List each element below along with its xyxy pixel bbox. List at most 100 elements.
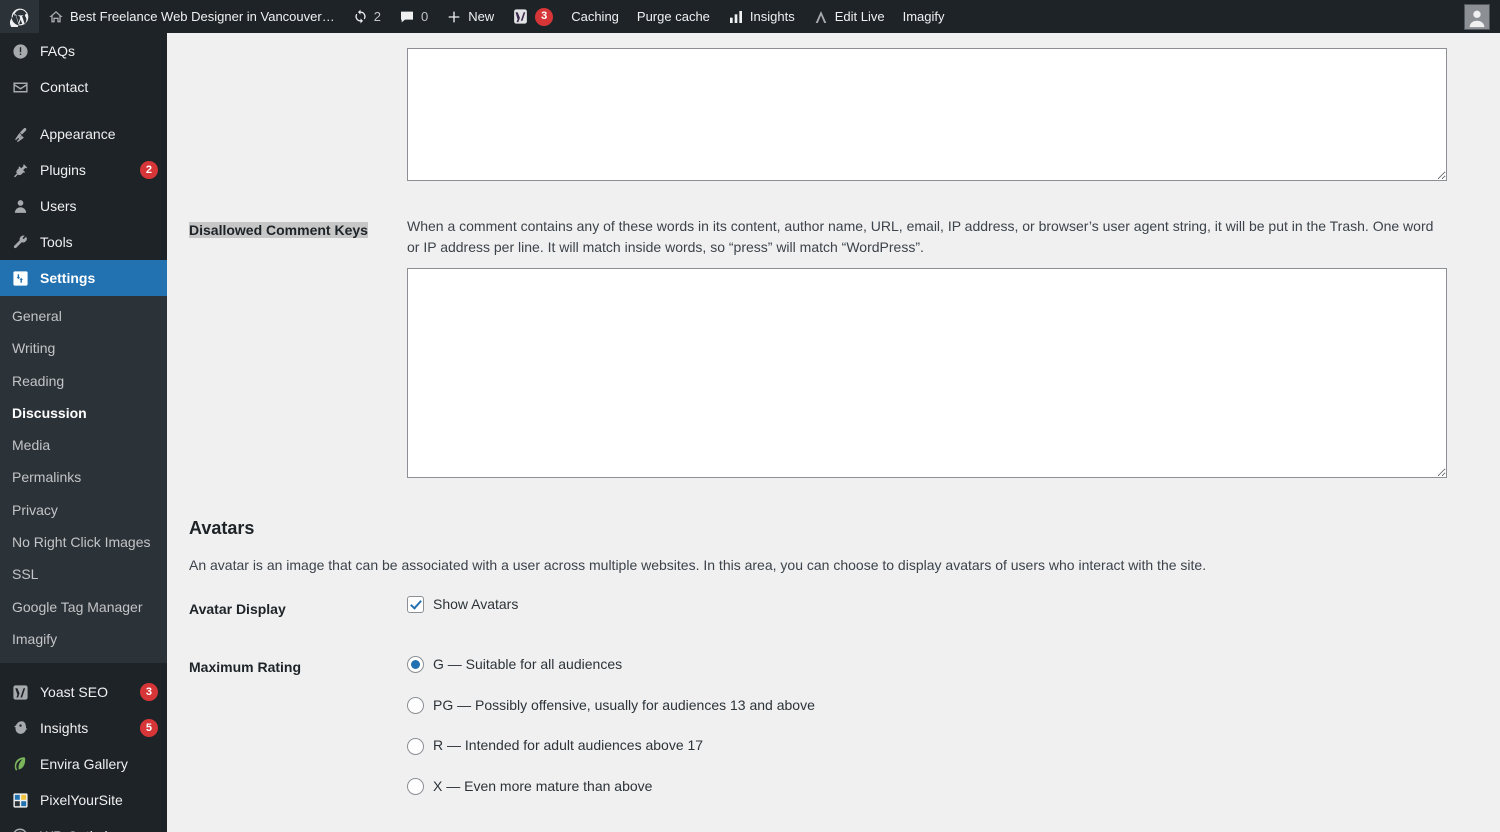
sidebar-item-faqs[interactable]: FAQs (0, 33, 167, 69)
submenu-item-general[interactable]: General (0, 300, 167, 332)
disallowed-comment-keys-textarea[interactable] (407, 268, 1447, 478)
envelope-icon (10, 77, 30, 97)
imagify-label: Imagify (902, 9, 945, 24)
rating-radio-g[interactable] (407, 656, 424, 674)
comment-moderation-textarea[interactable] (407, 48, 1447, 181)
plugins-update-count: 2 (139, 161, 158, 179)
avatar-display-row: Avatar Display Show Avatars (167, 580, 1500, 638)
admin-bar: Best Freelance Web Designer in Vancouver… (0, 0, 1500, 33)
pixel-grid-icon (10, 790, 30, 810)
rating-label-g[interactable]: G — Suitable for all audiences (433, 655, 622, 675)
sidebar-item-label: FAQs (40, 43, 76, 59)
sidebar-item-users[interactable]: Users (0, 188, 167, 224)
disallowed-comment-keys-label-text: Disallowed Comment Keys (189, 222, 368, 238)
new-content-button[interactable]: New (437, 0, 503, 33)
paintbrush-icon (10, 124, 30, 144)
submenu-item-ssl[interactable]: SSL (0, 558, 167, 590)
rating-radio-pg[interactable] (407, 697, 424, 715)
rating-label-x[interactable]: X — Even more mature than above (433, 777, 652, 797)
avatars-heading: Avatars (189, 518, 255, 538)
rating-option-x[interactable]: X — Even more mature than above (407, 777, 1490, 797)
discussion-settings-content: Disallowed Comment Keys When a comment c… (167, 33, 1500, 832)
disallowed-comment-keys-label: Disallowed Comment Keys (167, 201, 397, 498)
updates-button[interactable]: 2 (344, 0, 390, 33)
comments-count: 0 (420, 9, 429, 24)
user-icon (10, 196, 30, 216)
sidebar-item-insights[interactable]: Insights 5 (0, 710, 167, 746)
submenu-item-privacy[interactable]: Privacy (0, 494, 167, 526)
wrench-icon (10, 232, 30, 252)
comment-moderation-row (167, 33, 1500, 201)
submenu-item-no-right-click-images[interactable]: No Right Click Images (0, 526, 167, 558)
show-avatars-checkbox[interactable] (407, 596, 424, 614)
comments-button[interactable]: 0 (390, 0, 437, 33)
admin-sidebar-menu: FAQs Contact Appearance Plugins 2 Users … (0, 33, 167, 832)
rating-radio-r[interactable] (407, 737, 424, 755)
updates-count: 2 (373, 9, 381, 24)
show-avatars-label[interactable]: Show Avatars (433, 595, 518, 615)
rating-option-g[interactable]: G — Suitable for all audiences (407, 655, 1490, 675)
show-avatars-option[interactable]: Show Avatars (407, 595, 1490, 615)
settings-submenu: General Writing Reading Discussion Media… (0, 296, 167, 664)
submenu-item-imagify[interactable]: Imagify (0, 623, 167, 655)
updates-icon (353, 9, 368, 24)
sidebar-item-appearance[interactable]: Appearance (0, 116, 167, 152)
caching-label: Caching (571, 9, 619, 24)
yoast-logo-icon (10, 682, 30, 702)
sidebar-item-label: Contact (40, 79, 89, 95)
wordpress-logo-button[interactable] (0, 0, 39, 33)
sidebar-item-label: Insights (40, 720, 89, 737)
yoast-notification-count: 3 (535, 7, 554, 26)
sidebar-item-settings[interactable]: Settings (0, 260, 167, 296)
rating-option-r[interactable]: R — Intended for adult audiences above 1… (407, 736, 1490, 756)
insights-label: Insights (749, 9, 795, 24)
submenu-item-media[interactable]: Media (0, 429, 167, 461)
info-circle-icon (10, 41, 30, 61)
maximum-rating-row: Maximum Rating G — Suitable for all audi… (167, 638, 1500, 811)
plug-icon (10, 160, 30, 180)
wordpress-logo-icon (10, 7, 30, 27)
sidebar-item-contact[interactable]: Contact (0, 69, 167, 105)
menu-separator (0, 663, 167, 674)
submenu-item-reading[interactable]: Reading (0, 365, 167, 397)
sidebar-item-envira-gallery[interactable]: Envira Gallery (0, 746, 167, 782)
avatar-display-field: Show Avatars (397, 580, 1500, 638)
imagify-adminbar-button[interactable]: Imagify (894, 0, 954, 33)
settings-sliders-icon (10, 268, 30, 288)
monsterinsights-icon (10, 718, 30, 738)
site-name-menu[interactable]: Best Freelance Web Designer in Vancouver… (39, 0, 344, 33)
edit-live-icon (813, 9, 829, 25)
rating-radio-x[interactable] (407, 778, 424, 796)
rating-label-pg[interactable]: PG — Possibly offensive, usually for aud… (433, 696, 815, 716)
sidebar-item-label: Plugins (40, 162, 86, 178)
yoast-logo-icon (512, 8, 529, 25)
home-icon (48, 9, 64, 25)
rating-option-pg[interactable]: PG — Possibly offensive, usually for aud… (407, 696, 1490, 716)
disallowed-comment-keys-row: Disallowed Comment Keys When a comment c… (167, 201, 1500, 498)
sidebar-item-wp-optimize[interactable]: WP-Optimize (0, 818, 167, 832)
comment-moderation-label (167, 33, 397, 201)
sidebar-item-label: PixelYourSite (40, 792, 123, 809)
rating-label-r[interactable]: R — Intended for adult audiences above 1… (433, 736, 703, 756)
maximum-rating-options: G — Suitable for all audiences PG — Poss… (407, 653, 1490, 796)
submenu-item-writing[interactable]: Writing (0, 332, 167, 364)
yoast-seo-adminbar-button[interactable]: 3 (503, 0, 562, 33)
eye-refresh-icon (10, 826, 30, 832)
caching-menu[interactable]: Caching (562, 0, 628, 33)
purge-cache-label: Purge cache (636, 9, 710, 24)
sidebar-item-tools[interactable]: Tools (0, 224, 167, 260)
submenu-item-google-tag-manager[interactable]: Google Tag Manager (0, 591, 167, 623)
leaf-icon (10, 754, 30, 774)
comments-icon (399, 9, 415, 25)
sidebar-item-plugins[interactable]: Plugins 2 (0, 152, 167, 188)
sidebar-item-label: Settings (40, 270, 96, 286)
insights-adminbar-button[interactable]: Insights (719, 0, 804, 33)
submenu-item-discussion[interactable]: Discussion (0, 397, 167, 429)
purge-cache-button[interactable]: Purge cache (628, 0, 719, 33)
disallowed-comment-keys-field: When a comment contains any of these wor… (397, 201, 1500, 498)
user-avatar-icon[interactable] (1464, 3, 1490, 30)
edit-live-button[interactable]: Edit Live (804, 0, 894, 33)
sidebar-item-pixelyoursite[interactable]: PixelYourSite (0, 782, 167, 818)
submenu-item-permalinks[interactable]: Permalinks (0, 461, 167, 493)
sidebar-item-yoast-seo[interactable]: Yoast SEO 3 (0, 674, 167, 710)
